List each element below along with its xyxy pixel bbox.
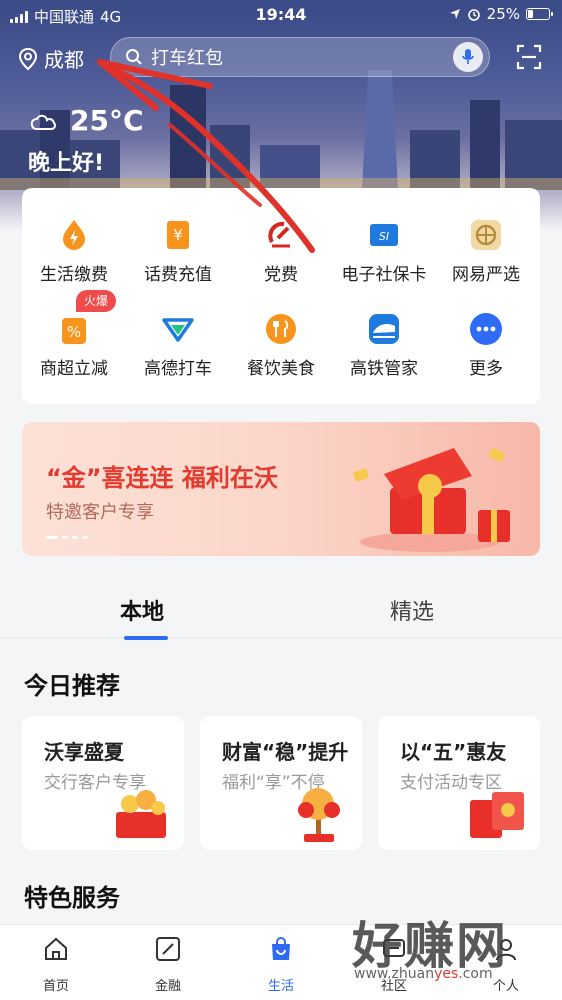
service-dining[interactable]: 餐饮美食 <box>229 312 333 379</box>
gift-box-illustration <box>353 448 510 552</box>
gift-box-icon <box>116 790 166 838</box>
card-title: 财富“稳”提升 <box>222 740 349 764</box>
finance-icon <box>156 937 180 961</box>
featured-section-title: 特色服务 <box>24 884 120 912</box>
service-label: 商超立减 <box>40 359 108 379</box>
nav-label: 生活 <box>267 979 294 994</box>
location-arrow-icon <box>449 9 460 19</box>
city-name: 成都 <box>44 48 84 72</box>
service-label: 党费 <box>264 265 298 285</box>
lightning-drop-icon <box>57 218 91 252</box>
location-selector[interactable]: 成都 <box>18 44 84 73</box>
home-icon <box>45 937 67 960</box>
card-title: 沃享盛夏 <box>44 740 124 764</box>
shopping-bag-icon <box>272 937 290 960</box>
weather-widget: 25°C 晚上好! <box>28 104 144 177</box>
promo-banner[interactable]: “金”喜连连 福利在沃 特邀客户专享 <box>22 422 540 556</box>
map-pin-icon <box>18 47 38 70</box>
top-bar: 成都 打车红包 <box>0 36 562 80</box>
more-dots-icon <box>469 312 503 346</box>
content-tabs: 本地 精选 <box>0 582 562 640</box>
service-life-payment[interactable]: 生活缴费 <box>22 218 126 285</box>
yuan-receipt-icon: ¥ <box>161 218 195 252</box>
nav-finance[interactable]: 金融 <box>138 935 198 994</box>
service-label: 更多 <box>469 359 503 379</box>
recommend-card-1[interactable]: 沃享盛夏 交行客户专享 <box>22 716 184 850</box>
search-input[interactable]: 打车红包 <box>110 37 490 77</box>
battery-percent: 25% <box>486 5 520 23</box>
banner-title: “金”喜连连 福利在沃 <box>46 464 278 492</box>
red-envelope-icon <box>470 792 524 838</box>
banner-pager <box>46 536 88 539</box>
battery-icon <box>526 8 553 20</box>
service-amap-taxi[interactable]: 高德打车 <box>126 312 230 379</box>
nav-home[interactable]: 首页 <box>26 935 86 994</box>
greeting-text: 晚上好! <box>28 151 105 176</box>
watermark-url-accent: yes <box>434 966 459 982</box>
recommend-card-3[interactable]: 以“五”惠友 支付活动专区 <box>378 716 540 850</box>
watermark-url-prefix: www.zhuan <box>354 966 435 982</box>
nav-label: 金融 <box>154 979 181 994</box>
service-label: 生活缴费 <box>40 265 108 285</box>
today-section-title: 今日推荐 <box>24 672 120 700</box>
service-phone-recharge[interactable]: ¥ 话费充值 <box>126 218 230 285</box>
yanxuan-icon <box>469 218 503 252</box>
status-right: 25% <box>449 5 553 23</box>
card-title: 以“五”惠友 <box>400 740 507 764</box>
voice-search-button[interactable] <box>453 42 483 72</box>
watermark-url: www.zhuanyes.com <box>354 966 493 982</box>
service-label: 餐饮美食 <box>247 359 315 379</box>
money-tree-icon <box>298 788 340 842</box>
service-label: 网易严选 <box>452 265 520 285</box>
party-emblem-icon <box>264 218 298 252</box>
service-social-security-card[interactable]: SI 电子社保卡 <box>332 218 436 285</box>
service-label: 电子社保卡 <box>341 265 427 285</box>
service-label: 高德打车 <box>144 359 212 379</box>
service-supermarket-discount[interactable]: % 商超立减 <box>22 312 126 379</box>
percent-bag-icon: % <box>57 312 91 346</box>
svg-text:SI: SI <box>379 230 389 243</box>
service-label: 高铁管家 <box>350 359 418 379</box>
svg-text:¥: ¥ <box>173 226 183 244</box>
scan-icon[interactable] <box>516 44 542 70</box>
search-placeholder: 打车红包 <box>151 48 223 69</box>
svg-text:%: % <box>67 323 81 341</box>
recommend-card-2[interactable]: 财富“稳”提升 福利“享”不停 <box>200 716 362 850</box>
banner-subtitle: 特邀客户专享 <box>46 502 154 523</box>
watermark-url-suffix: .com <box>458 966 493 982</box>
tab-local[interactable]: 本地 <box>120 594 169 640</box>
nav-life[interactable]: 生活 <box>251 935 311 994</box>
status-bar: 中国联通 4G 19:44 25% <box>0 0 562 30</box>
amap-icon <box>161 312 195 346</box>
search-icon <box>126 49 142 65</box>
hot-badge: 火爆 <box>76 290 116 312</box>
fork-spoon-icon <box>264 312 298 346</box>
tab-featured[interactable]: 精选 <box>390 594 434 626</box>
train-icon <box>367 312 401 346</box>
social-security-card-icon: SI <box>367 218 401 252</box>
microphone-icon <box>462 49 474 64</box>
service-more[interactable]: 更多 <box>434 312 538 379</box>
alarm-icon <box>467 9 480 21</box>
site-watermark: 好赚网 www.zhuanyes.com <box>348 906 538 996</box>
service-high-speed-rail[interactable]: 高铁管家 <box>332 312 436 379</box>
temperature: 25°C <box>70 104 144 137</box>
cloud-icon <box>30 114 56 130</box>
nav-label: 首页 <box>42 979 69 994</box>
service-party-fee[interactable]: 党费 <box>229 218 333 285</box>
service-yanxuan[interactable]: 网易严选 <box>434 218 538 285</box>
service-label: 话费充值 <box>144 265 212 285</box>
